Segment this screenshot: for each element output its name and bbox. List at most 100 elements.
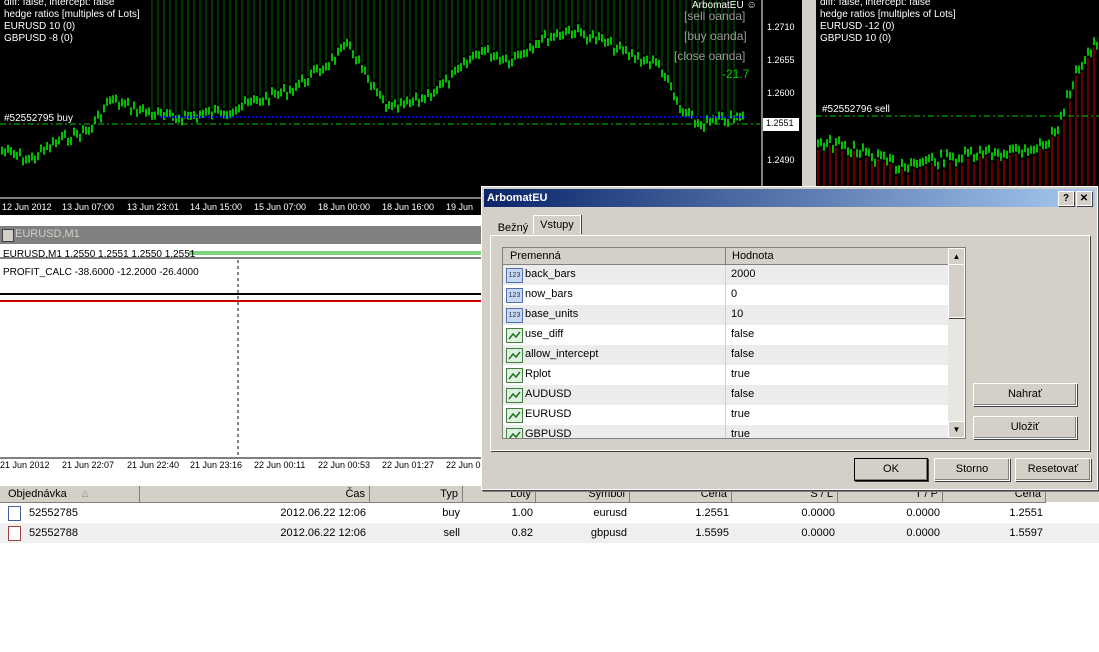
param-value[interactable]: 0 [731, 288, 737, 300]
column-divider [725, 285, 726, 305]
column-divider [725, 305, 726, 325]
table-row[interactable]: 52552785 2012.06.22 12:06 buy 1.00 eurus… [0, 503, 1099, 523]
param-row[interactable]: Rplot true [503, 365, 948, 386]
save-button[interactable]: Uložiť [973, 416, 1077, 439]
scroll-down-arrow-icon[interactable]: ▼ [948, 421, 965, 438]
chart-window-titlebar[interactable]: EURUSD,M1 [0, 226, 482, 244]
param-row[interactable]: 123 base_units 10 [503, 305, 948, 326]
chart-eurusd[interactable]: diff: false, intercept: false hedge rati… [0, 0, 802, 215]
param-value[interactable]: false [731, 388, 754, 400]
expert-properties-dialog: ArbomatEU ? ✕ Bežný Vstupy Premenná Hodn… [481, 186, 1098, 490]
tab-inputs[interactable]: Vstupy [533, 215, 581, 234]
time-tick: 13 Jun 23:01 [127, 202, 180, 212]
order-id: 52552788 [29, 527, 78, 539]
order-type: buy [442, 507, 460, 519]
chart-gbpusd[interactable]: diff: false, intercept: false hedge rati… [816, 0, 1099, 190]
order-price: 1.2551 [695, 507, 729, 519]
column-divider [725, 365, 726, 385]
params-scrollbar[interactable]: ▲ ▼ [948, 248, 965, 438]
integer-icon: 123 [506, 308, 523, 323]
time-tick: 22 Jun 01:27 [382, 460, 435, 470]
param-name: base_units [525, 308, 579, 320]
param-value[interactable]: true [731, 368, 750, 380]
close-button[interactable]: ✕ [1076, 191, 1092, 206]
chart-eurusd-m1-canvas [0, 251, 482, 459]
ok-button[interactable]: OK [854, 458, 928, 481]
params-header: Premenná Hodnota [503, 248, 949, 265]
bool-icon [506, 368, 523, 383]
profit-value: -21.7 [722, 67, 750, 81]
buy-oanda-button[interactable]: [buy oanda] [684, 30, 747, 42]
orders-table: Objednávka △ Čas Typ Loty Symbol Cena S /… [0, 486, 1099, 546]
time-tick: 21 Jun 2012 [0, 460, 50, 470]
param-name: now_bars [525, 288, 573, 300]
time-tick: 18 Jun 00:00 [318, 202, 371, 212]
chart-eurusd-m1[interactable]: EURUSD,M1 1.2550 1.2551 1.2550 1.2551 PR… [0, 246, 482, 476]
order-sl: 0.0000 [801, 527, 835, 539]
time-tick: 22 Jun 00:11 [254, 460, 306, 470]
chart-window-title: EURUSD,M1 [15, 228, 80, 240]
scroll-up-arrow-icon[interactable]: ▲ [948, 248, 965, 265]
param-value[interactable]: true [731, 408, 750, 420]
chart-info-line: GBPUSD 10 (0) [820, 33, 892, 44]
bool-icon [506, 328, 523, 343]
chart-info-line: EURUSD 10 (0) [4, 21, 76, 32]
scroll-thumb[interactable] [948, 264, 965, 318]
price-tick: 1.2655 [767, 55, 795, 65]
bool-icon [506, 408, 523, 423]
order-price: 1.5595 [695, 527, 729, 539]
chart-info-line: hedge ratios [multiples of Lots] [820, 9, 956, 20]
param-row[interactable]: AUDUSD false [503, 385, 948, 406]
param-row[interactable]: 123 now_bars 0 [503, 285, 948, 306]
param-row[interactable]: 123 back_bars 2000 [503, 265, 948, 286]
col-value[interactable]: Hodnota [726, 248, 949, 265]
params-grid: Premenná Hodnota 123 back_bars 2000 123 now_… [502, 247, 966, 439]
param-value[interactable]: false [731, 328, 754, 340]
column-divider [725, 405, 726, 425]
close-oanda-button[interactable]: [close oanda] [674, 50, 745, 62]
bool-icon [506, 388, 523, 403]
col-order-label: Objednávka [8, 488, 67, 500]
col-order[interactable]: Objednávka △ [0, 486, 140, 503]
dialog-titlebar[interactable]: ArbomatEU ? ✕ [484, 189, 1095, 207]
column-divider [725, 325, 726, 345]
col-time[interactable]: Čas [140, 486, 370, 503]
param-name: EURUSD [525, 408, 572, 420]
sell-oanda-button[interactable]: [sell oanda] [684, 10, 745, 22]
param-name: allow_intercept [525, 348, 599, 360]
param-value[interactable]: 2000 [731, 268, 755, 280]
col-variable[interactable]: Premenná [503, 248, 726, 265]
table-row[interactable]: 52552788 2012.06.22 12:06 sell 0.82 gbpu… [0, 523, 1099, 543]
help-button[interactable]: ? [1058, 191, 1074, 206]
profit-calc-caption: PROFIT_CALC -38.6000 -12.2000 -26.4000 [3, 267, 199, 278]
order-current-price: 1.2551 [1009, 507, 1043, 519]
order-tp: 0.0000 [906, 527, 940, 539]
chart-info-line: diff: false, intercept: false [4, 0, 115, 8]
col-time-label: Čas [345, 488, 365, 500]
time-tick: 18 Jun 16:00 [382, 202, 435, 212]
load-button[interactable]: Nahrať [973, 383, 1077, 406]
param-value[interactable]: true [731, 428, 750, 438]
cancel-button[interactable]: Storno [934, 458, 1010, 481]
chart-info-line: hedge ratios [multiples of Lots] [4, 9, 140, 20]
chart-splitter[interactable] [802, 0, 816, 215]
chart-eurusd-canvas [0, 0, 802, 199]
param-row[interactable]: GBPUSD true [503, 425, 948, 439]
integer-icon: 123 [506, 268, 523, 283]
time-tick: 12 Jun 2012 [2, 202, 52, 212]
param-value[interactable]: false [731, 348, 754, 360]
order-current-price: 1.5597 [1009, 527, 1043, 539]
chart-window-icon [2, 229, 14, 242]
time-tick: 19 Jun [446, 202, 474, 212]
column-divider [725, 265, 726, 285]
param-row[interactable]: allow_intercept false [503, 345, 948, 366]
param-row[interactable]: use_diff false [503, 325, 948, 346]
param-name: GBPUSD [525, 428, 572, 439]
param-row[interactable]: EURUSD true [503, 405, 948, 426]
param-value[interactable]: 10 [731, 308, 743, 320]
reset-button[interactable]: Resetovať [1015, 458, 1091, 481]
order-tp: 0.0000 [906, 507, 940, 519]
dialog-title: ArbomatEU [487, 192, 548, 204]
chart-info-line: EURUSD -12 (0) [820, 21, 895, 32]
col-type[interactable]: Typ [370, 486, 463, 503]
